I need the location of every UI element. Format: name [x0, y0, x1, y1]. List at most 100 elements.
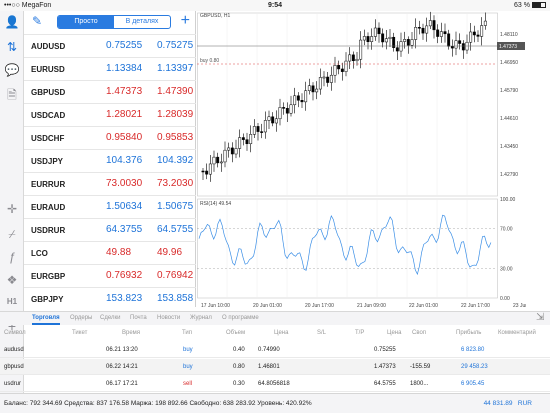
quote-row-usdrur[interactable]: USDRUR 64.3755 64.5755	[24, 218, 196, 241]
quotes-icon[interactable]: ⇅	[3, 38, 21, 56]
export-icon[interactable]: ⇲	[536, 312, 544, 323]
candle-body	[428, 20, 432, 27]
rsi-axis-label: 100.00	[500, 197, 516, 203]
tab-trade[interactable]: Торговля	[32, 315, 60, 321]
tab-journal[interactable]: Журнал	[190, 315, 212, 321]
position-row[interactable]: audusd 06.21 13:20 buy 0.40 0.74990 0.75255 6 …	[0, 342, 550, 358]
user-icon[interactable]: 👤	[3, 13, 21, 31]
candle-body	[216, 156, 220, 164]
quote-row-eurrur[interactable]: EURRUR 73.0030 73.2030	[24, 172, 196, 195]
quote-row-eurusd[interactable]: EURUSD 1.13384 1.13397	[24, 57, 196, 80]
quote-row-gbpusd[interactable]: GBPUSD 1.47373 1.47390	[24, 80, 196, 103]
candle-body	[212, 156, 216, 165]
quote-row-audusd[interactable]: AUDUSD 0.75255 0.75275	[24, 34, 196, 57]
quote-symbol: USDRUR	[31, 226, 66, 235]
col-type: Тип	[182, 330, 193, 336]
rsi-axis-label: 30.00	[500, 266, 513, 272]
battery-icon	[532, 2, 546, 9]
timeframe-h1-button[interactable]: H1	[3, 293, 21, 311]
quote-row-lco[interactable]: LCO 49.88 49.96	[24, 241, 196, 264]
chart-title: GBPUSD, H1	[200, 13, 231, 19]
candle-body	[252, 126, 256, 135]
quote-symbol: EURUSD	[31, 65, 65, 74]
chart-canvas[interactable]: buy 0.80 1.47373 1.48110 1.46950 1.45790 1.44…	[197, 11, 526, 309]
candle-body	[227, 147, 231, 151]
clock: 9:54	[267, 2, 282, 9]
quote-bid: 0.95840	[106, 132, 143, 143]
tab-deals[interactable]: Сделки	[100, 315, 120, 321]
candle-body	[458, 40, 462, 44]
candle-body	[296, 95, 300, 101]
rsi-pane-frame	[197, 198, 498, 299]
position-profit: 6 905.45	[461, 381, 485, 387]
col-symbol: Символ	[4, 330, 26, 336]
quote-symbol: LCO	[31, 249, 48, 258]
quote-row-usdchf[interactable]: USDCHF 0.95840 0.95853	[24, 126, 196, 149]
active-tab-indicator	[32, 323, 60, 325]
price-chart[interactable]: buy 0.80 1.47373 1.48110 1.46950 1.45790 1.44…	[197, 11, 526, 309]
candle-body	[322, 76, 326, 79]
col-sl: S/L	[317, 330, 327, 336]
quote-row-usdcad[interactable]: USDCAD 1.28021 1.28039	[24, 103, 196, 126]
candle-body	[274, 118, 278, 124]
candle-body	[256, 126, 260, 132]
candle-body	[304, 90, 308, 103]
position-symbol: usdrur	[4, 381, 22, 387]
document-icon[interactable]: 🗎	[3, 86, 21, 104]
candle-body	[271, 116, 275, 124]
candle-body	[234, 148, 238, 155]
quote-bid: 1.13384	[106, 63, 143, 74]
tab-news[interactable]: Новости	[157, 315, 180, 321]
crosshair-icon[interactable]: ✛	[3, 200, 21, 218]
quote-row-usdjpy[interactable]: USDJPY 104.376 104.392	[24, 149, 196, 172]
chat-icon[interactable]: 💬	[3, 61, 21, 79]
position-time: 06.21 13:20	[106, 347, 138, 353]
add-symbol-icon[interactable]: +	[181, 12, 190, 30]
quote-symbol: EURAUD	[31, 203, 66, 212]
candle-body	[450, 46, 454, 49]
tab-detailed[interactable]: В деталях	[114, 16, 170, 28]
quote-bid: 104.376	[106, 155, 143, 166]
position-row[interactable]: gbpusd 06.22 14:21 buy 0.80 1.46801 1.47373 -1…	[0, 359, 550, 375]
candle-body	[329, 74, 333, 83]
quote-bid: 1.50634	[106, 201, 143, 212]
candle-body	[476, 34, 480, 37]
col-time: Время	[122, 330, 141, 336]
tab-simple[interactable]: Просто	[58, 16, 114, 28]
rsi-axis-label: 0.00	[500, 296, 510, 302]
candle-body	[443, 31, 447, 35]
candle-body	[282, 107, 286, 109]
battery-indicator: 63 %	[514, 0, 546, 11]
quote-symbol: EURGBP	[31, 272, 66, 281]
time-axis-label: 20 Jun 17:00	[305, 303, 334, 309]
quote-symbol: USDJPY	[31, 157, 64, 166]
edit-icon[interactable]: ✎	[32, 14, 42, 28]
position-open-price: 64.8056818	[258, 381, 290, 387]
line-tool-icon[interactable]: ⌿	[3, 225, 21, 243]
quote-symbol: AUDUSD	[31, 42, 66, 51]
quote-ask: 153.858	[157, 293, 194, 304]
position-row[interactable]: usdrur 06.17 17:21 sell 0.30 64.8056818 64.57…	[0, 376, 550, 392]
tab-mail[interactable]: Почта	[130, 315, 147, 321]
col-comment: Комментарий	[498, 330, 536, 336]
candle-body	[362, 36, 366, 41]
tab-about[interactable]: О программе	[222, 315, 259, 321]
candle-body	[315, 88, 319, 93]
objects-icon[interactable]: ❖	[3, 271, 21, 289]
candle-body	[461, 43, 465, 51]
quote-symbol: GBPUSD	[31, 88, 66, 97]
candle-body	[344, 60, 348, 72]
col-price: Цена	[274, 330, 289, 336]
quote-ask: 1.28039	[157, 109, 194, 120]
tab-orders[interactable]: Ордеры	[70, 315, 92, 321]
indicator-f-icon[interactable]: ƒ	[3, 248, 21, 266]
quote-row-gbpjpy[interactable]: GBPJPY 153.823 153.858	[24, 287, 196, 310]
quote-bid: 49.88	[106, 247, 132, 258]
candle-body	[483, 20, 487, 26]
time-axis-label: 17 Jun 10:00	[201, 303, 230, 309]
candle-body	[241, 137, 245, 140]
quote-row-euraud[interactable]: EURAUD 1.50634 1.50675	[24, 195, 196, 218]
quote-row-eurgbp[interactable]: EURGBP 0.76932 0.76942	[24, 264, 196, 287]
position-type: buy	[183, 347, 193, 353]
candle-body	[289, 104, 293, 114]
